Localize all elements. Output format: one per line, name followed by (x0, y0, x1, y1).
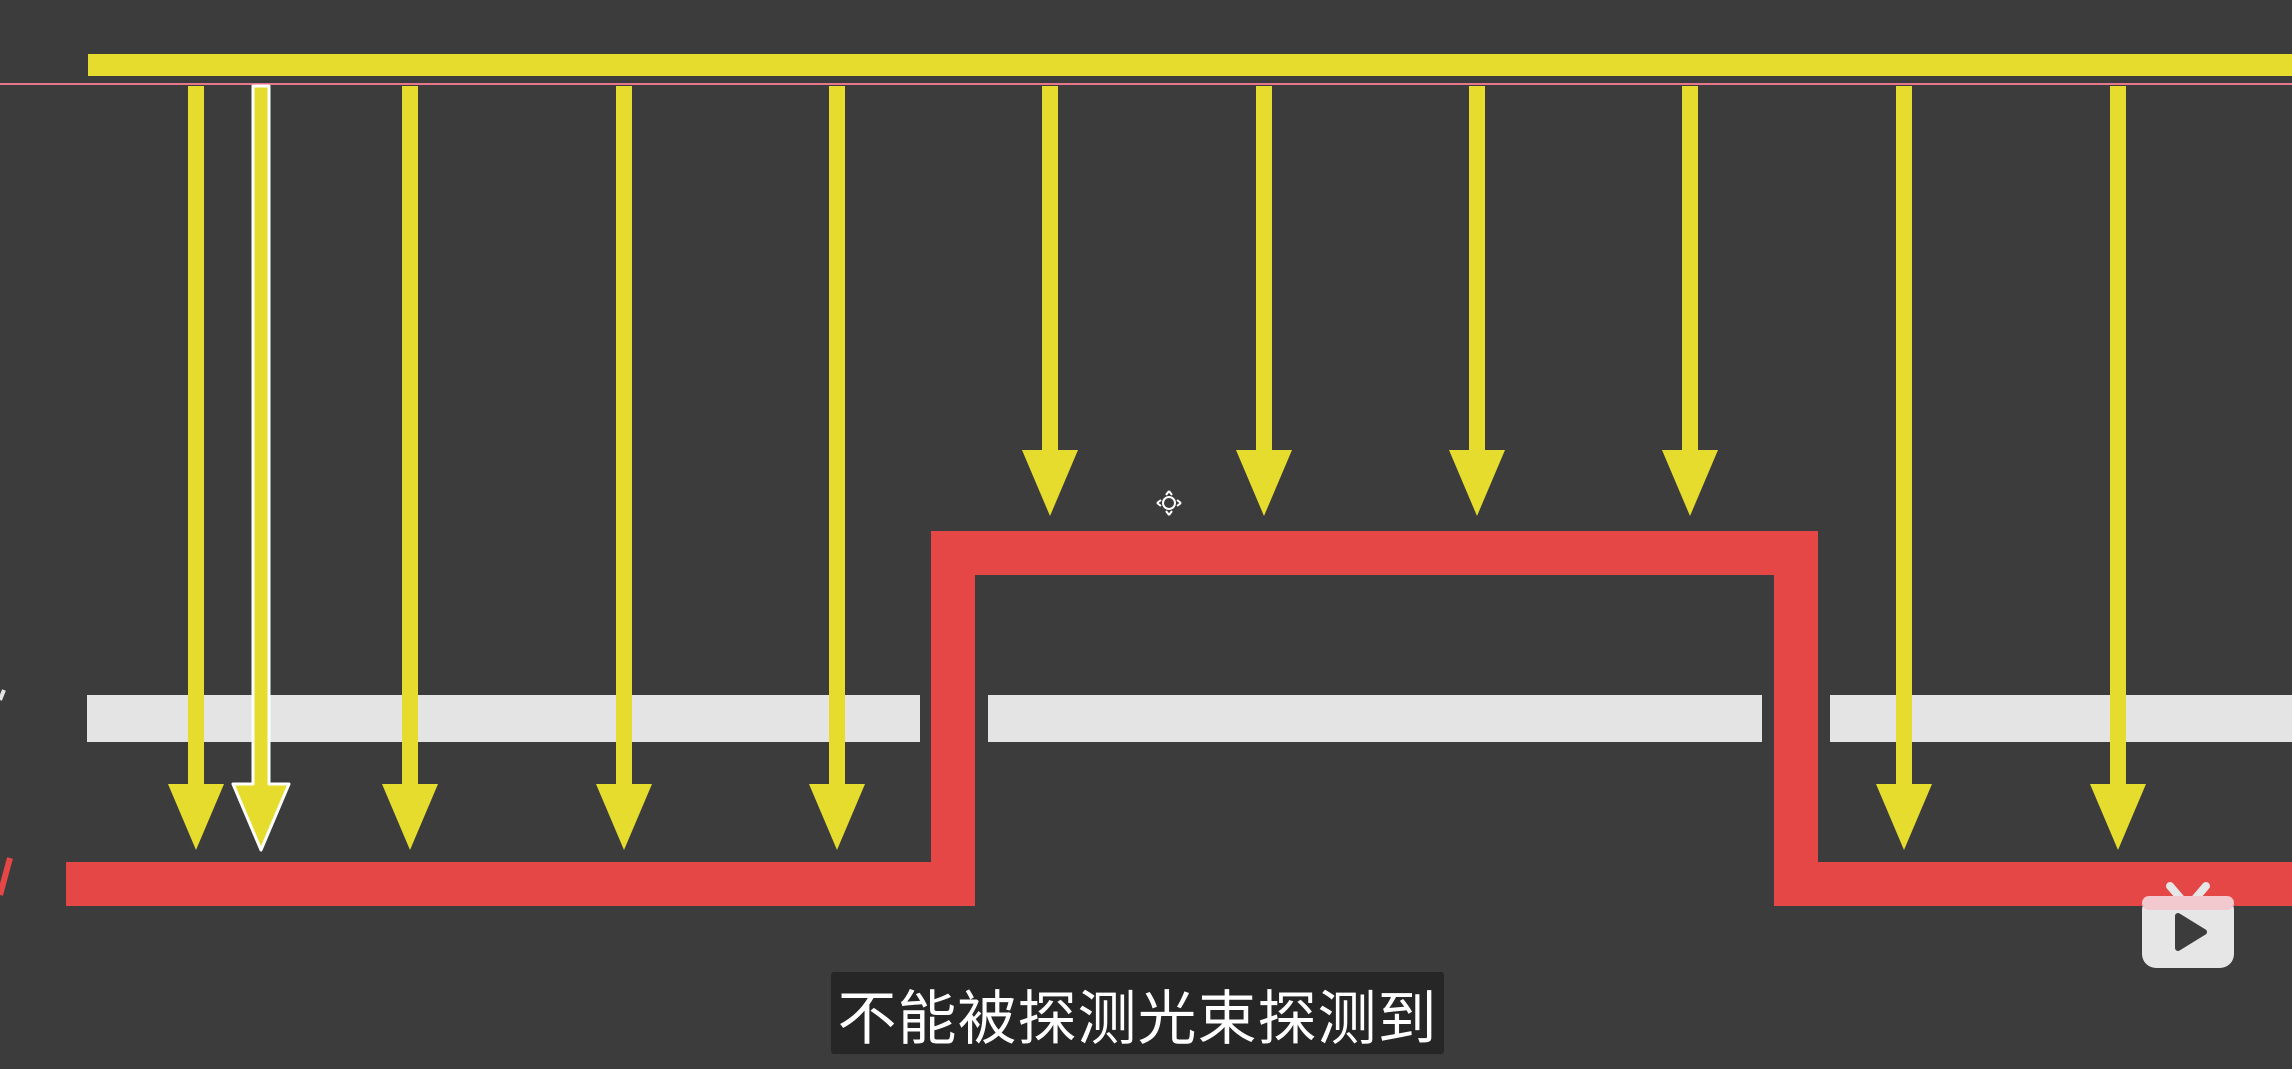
subtitle-text: 不能被探测光束探测到 (837, 983, 1438, 1053)
move-cursor-icon (1156, 490, 1182, 516)
detector-strip-left (87, 695, 920, 742)
diagram-stage: 不能被探测光束探测到 (0, 0, 2292, 1069)
probe-beam (1236, 86, 1292, 516)
emitter-bar (88, 54, 2292, 76)
probe-beam (1662, 86, 1718, 516)
beam-surface-diagram (0, 54, 2292, 906)
detector-strip-middle (988, 695, 1762, 742)
edge-mark-upper (0, 689, 6, 701)
probe-beam (1022, 86, 1078, 516)
bilibili-tv-icon (2142, 882, 2234, 968)
edge-mark-lower (0, 857, 13, 896)
subtitle-box: 不能被探测光束探测到 (831, 972, 1444, 1054)
probe-beam (1449, 86, 1505, 516)
